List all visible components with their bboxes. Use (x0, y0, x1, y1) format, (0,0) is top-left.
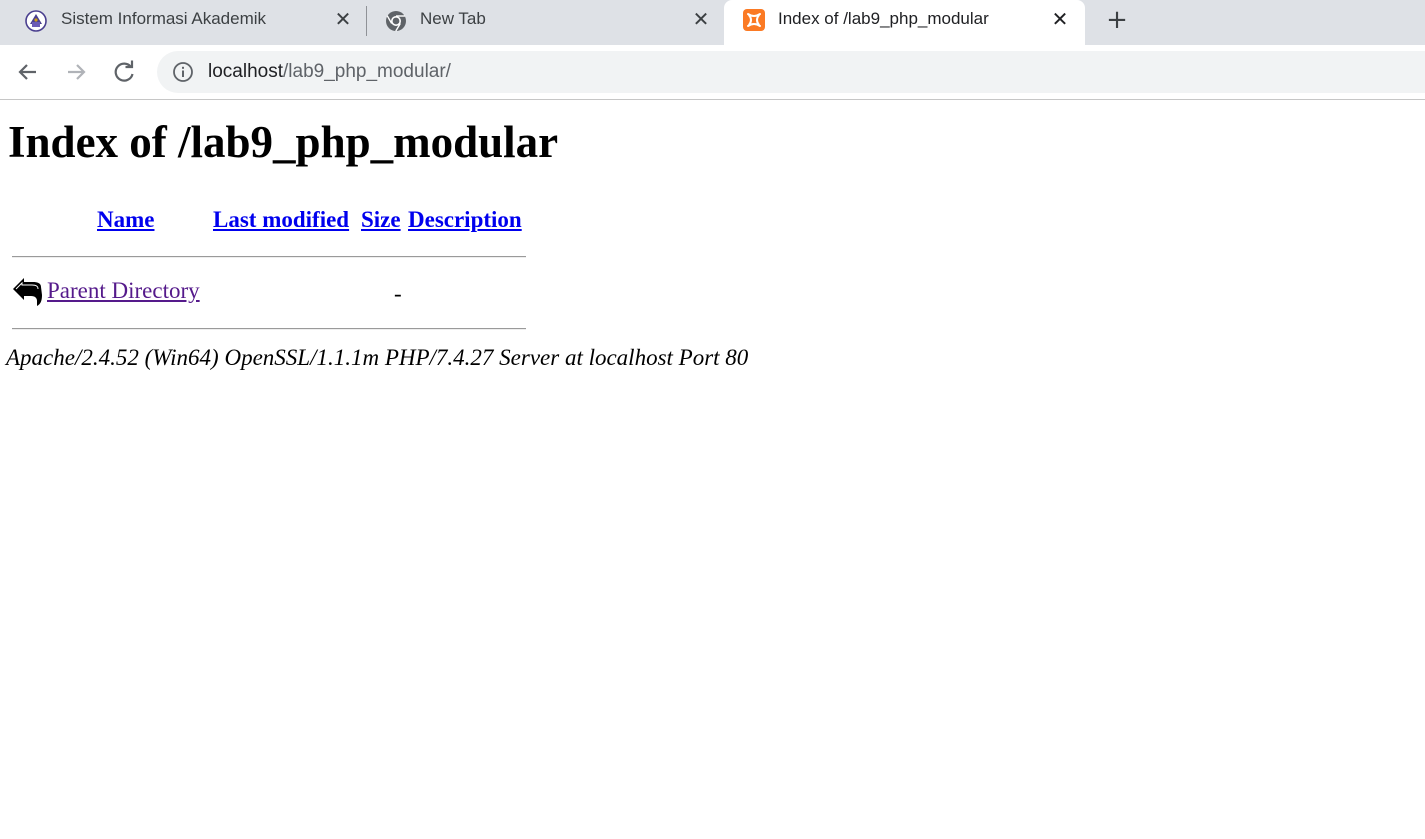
info-icon[interactable] (172, 61, 194, 83)
forward-button[interactable] (62, 58, 90, 86)
back-arrow-icon (18, 64, 36, 80)
back-button[interactable] (14, 58, 42, 86)
parent-directory-link[interactable]: Parent Directory (47, 278, 200, 304)
close-icon[interactable]: ✕ (331, 8, 355, 32)
back-arrow-icon (11, 277, 43, 309)
tab-title: New Tab (420, 9, 486, 28)
browser-toolbar: localhost/lab9_php_modular/ (0, 45, 1425, 100)
parent-directory-size: - (394, 281, 402, 306)
column-header-size[interactable]: Size (361, 207, 401, 233)
tab-index-lab9[interactable]: Index of /lab9_php_modular ✕ (724, 0, 1085, 45)
server-signature: Apache/2.4.52 (Win64) OpenSSL/1.1.1m PHP… (6, 345, 749, 370)
url-text[interactable]: localhost/lab9_php_modular/ (208, 61, 451, 83)
column-header-last-modified[interactable]: Last modified (213, 207, 349, 233)
page-content: Index of /lab9_php_modular Name Last mod… (0, 100, 1425, 839)
tab-new-tab[interactable]: New Tab ✕ (367, 0, 724, 40)
new-tab-button[interactable]: + (1103, 6, 1131, 34)
xampp-icon (742, 8, 766, 32)
column-header-name[interactable]: Name (97, 207, 154, 233)
forward-arrow-icon (68, 64, 86, 80)
divider (12, 328, 526, 330)
address-bar[interactable]: localhost/lab9_php_modular/ (157, 51, 1425, 93)
url-host: localhost (208, 61, 283, 82)
tab-strip: Sistem Informasi Akademik ✕ New Tab ✕ In… (0, 0, 1425, 45)
tab-sistem-informasi[interactable]: Sistem Informasi Akademik ✕ (0, 0, 367, 40)
reload-button[interactable] (110, 58, 138, 86)
url-path: /lab9_php_modular/ (283, 61, 451, 82)
page-title: Index of /lab9_php_modular (8, 117, 559, 167)
close-icon[interactable]: ✕ (1048, 8, 1072, 32)
university-crest-icon (24, 9, 48, 33)
tab-title: Sistem Informasi Akademik (61, 9, 267, 28)
column-header-description[interactable]: Description (408, 207, 522, 233)
chrome-icon (384, 9, 408, 33)
tab-title: Index of /lab9_php_modular (778, 9, 989, 28)
close-icon[interactable]: ✕ (689, 8, 713, 32)
reload-icon (114, 60, 134, 82)
divider (12, 256, 526, 258)
